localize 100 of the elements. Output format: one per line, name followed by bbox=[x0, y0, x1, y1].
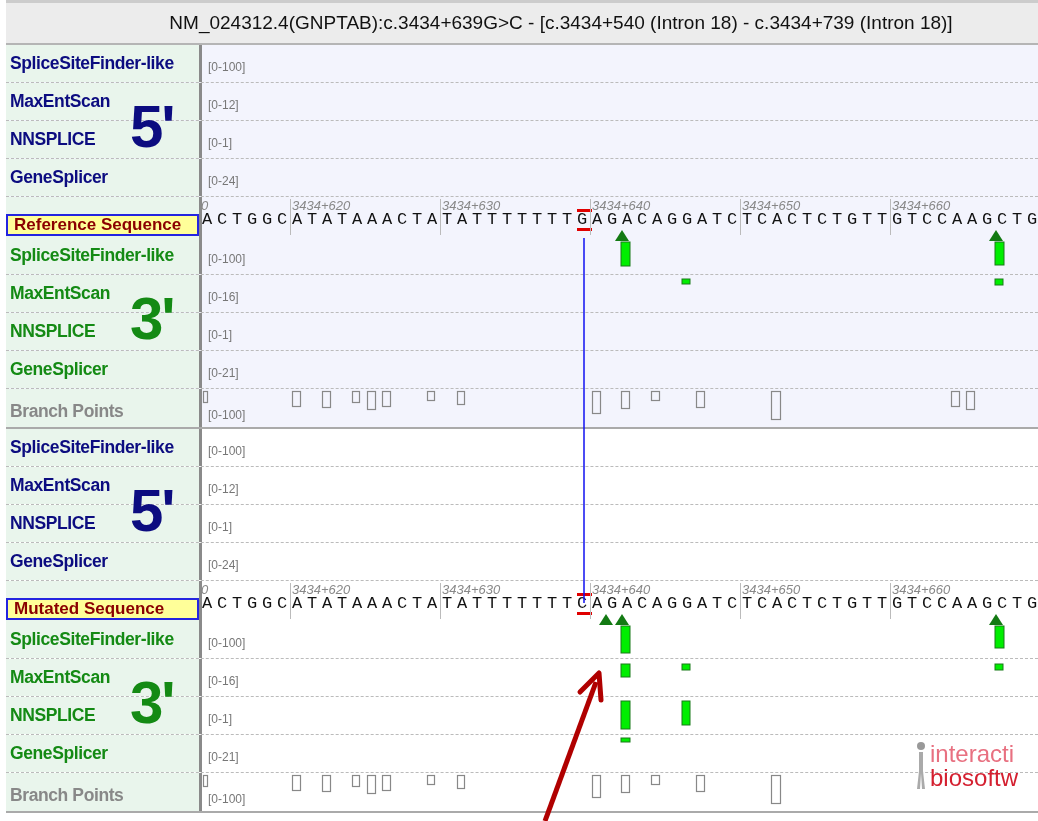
track-range: [0-100] bbox=[208, 408, 246, 422]
score-bar bbox=[681, 700, 691, 726]
sequence-text: ACTGGCATATAAACTATATTTTTTT bbox=[202, 210, 578, 229]
score-bar bbox=[994, 663, 1004, 671]
track-name: NNSPLICE bbox=[10, 705, 96, 726]
track-range: [0-100] bbox=[208, 635, 246, 650]
variant-base[interactable]: C bbox=[577, 593, 593, 615]
track-name: GeneSplicer bbox=[10, 167, 108, 188]
track-range: [0-1] bbox=[208, 519, 232, 534]
track-name: NNSPLICE bbox=[10, 321, 96, 342]
track-name: MaxEntScan bbox=[10, 667, 111, 688]
branch-point-bar bbox=[620, 390, 631, 410]
ruler-label: 0 bbox=[201, 198, 209, 213]
score-bar bbox=[620, 700, 631, 730]
ruler-label: 0 bbox=[201, 582, 209, 597]
branch-point-bar bbox=[695, 774, 706, 793]
track-name: MaxEntScan bbox=[10, 475, 111, 496]
branch-point-bar bbox=[695, 390, 706, 409]
branch-point-bar bbox=[456, 390, 466, 406]
branch-point-bar bbox=[426, 774, 436, 786]
ruler-label: 3434+620 bbox=[292, 582, 351, 597]
branch-point-bar bbox=[321, 390, 332, 409]
three-prime-label: 3' bbox=[130, 289, 174, 349]
branch-point-bar bbox=[591, 390, 602, 415]
ruler-label: 3434+660 bbox=[892, 582, 951, 597]
score-bar bbox=[994, 625, 1005, 649]
score-bar bbox=[994, 278, 1004, 286]
track-name: SpliceSiteFinder-like bbox=[10, 53, 174, 74]
track-range: [0-100] bbox=[208, 251, 246, 266]
track-range: [0-21] bbox=[208, 365, 239, 380]
three-prime-label: 3' bbox=[130, 673, 174, 733]
branch-point-bar bbox=[456, 774, 466, 790]
track-name: GeneSplicer bbox=[10, 743, 108, 764]
score-bar bbox=[620, 663, 631, 678]
branch-point-bar bbox=[770, 390, 782, 421]
track-name: NNSPLICE bbox=[10, 129, 96, 150]
score-bar bbox=[620, 737, 631, 743]
track-range: [0-100] bbox=[208, 443, 246, 458]
logo-text: biosoftw bbox=[930, 766, 1019, 790]
track-range: [0-100] bbox=[208, 59, 246, 74]
ruler-label: 3434+630 bbox=[442, 582, 501, 597]
splice-site-marker bbox=[989, 614, 1003, 625]
ruler-label: 3434+640 bbox=[592, 582, 651, 597]
branch-point-bar bbox=[351, 774, 361, 788]
variant-base[interactable]: G bbox=[577, 209, 593, 231]
splice-site-marker bbox=[989, 230, 1003, 241]
branch-point-bar bbox=[291, 774, 302, 792]
track-range: [0-1] bbox=[208, 135, 232, 150]
sequence-label[interactable]: Reference Sequence bbox=[6, 214, 199, 236]
person-icon bbox=[916, 741, 926, 791]
score-bar bbox=[681, 663, 691, 671]
branch-point-bar bbox=[351, 390, 361, 404]
track-range: [0-21] bbox=[208, 749, 239, 764]
track-name: Branch Points bbox=[10, 783, 124, 806]
splice-site-marker bbox=[599, 614, 613, 625]
ruler-label: 3434+660 bbox=[892, 198, 951, 213]
branch-point-bar bbox=[770, 774, 782, 805]
branch-point-bar bbox=[321, 774, 332, 793]
sequence-label[interactable]: Mutated Sequence bbox=[6, 598, 199, 620]
track-name: MaxEntScan bbox=[10, 91, 111, 112]
splice-site-marker bbox=[615, 230, 629, 241]
track-range: [0-1] bbox=[208, 711, 232, 726]
track-range: [0-16] bbox=[208, 289, 239, 304]
track-name: SpliceSiteFinder-like bbox=[10, 437, 174, 458]
sequence-text: AGACAGGATCTCACTCTGTTGTCCAAGCTG bbox=[592, 210, 1038, 229]
branch-point-bar bbox=[650, 390, 661, 402]
ruler-label: 3434+650 bbox=[742, 198, 801, 213]
track-range: [0-24] bbox=[208, 173, 239, 188]
track-name: MaxEntScan bbox=[10, 283, 111, 304]
score-bar bbox=[620, 241, 631, 267]
branch-point-bar bbox=[366, 774, 377, 795]
window-title: NM_024312.4(GNPTAB):c.3434+639G>C - [c.3434+540 (Intron 18) - c.3434+739 (Intron 18)] bbox=[169, 12, 953, 34]
branch-point-bar bbox=[620, 774, 631, 794]
score-bar bbox=[620, 625, 631, 654]
track-range: [0-1] bbox=[208, 327, 232, 342]
score-bar bbox=[994, 241, 1005, 266]
branch-point-bar bbox=[426, 390, 436, 402]
track-name: NNSPLICE bbox=[10, 513, 96, 534]
track-range: [0-16] bbox=[208, 673, 239, 688]
splice-site-marker bbox=[615, 614, 629, 625]
track-name: SpliceSiteFinder-like bbox=[10, 629, 174, 650]
ruler-label: 3434+630 bbox=[442, 198, 501, 213]
track-name: Branch Points bbox=[10, 399, 124, 422]
sequence-text: AGACAGGATCTCACTCTGTTGTCCAAGCTG bbox=[592, 594, 1038, 613]
score-bar bbox=[681, 278, 691, 285]
branch-point-bar bbox=[381, 390, 392, 408]
branch-point-bar bbox=[650, 774, 661, 786]
ruler-label: 3434+640 bbox=[592, 198, 651, 213]
five-prime-label: 5' bbox=[130, 481, 174, 541]
track-name: SpliceSiteFinder-like bbox=[10, 245, 174, 266]
branch-point-bar bbox=[366, 390, 377, 411]
five-prime-label: 5' bbox=[130, 97, 174, 157]
track-range: [0-12] bbox=[208, 481, 239, 496]
track-range: [0-24] bbox=[208, 557, 239, 572]
branch-point-bar bbox=[291, 390, 302, 408]
track-name: GeneSplicer bbox=[10, 359, 108, 380]
ruler-label: 3434+650 bbox=[742, 582, 801, 597]
logo-text: interacti bbox=[930, 742, 1016, 766]
branch-point-bar bbox=[965, 390, 976, 411]
ruler-label: 3434+620 bbox=[292, 198, 351, 213]
